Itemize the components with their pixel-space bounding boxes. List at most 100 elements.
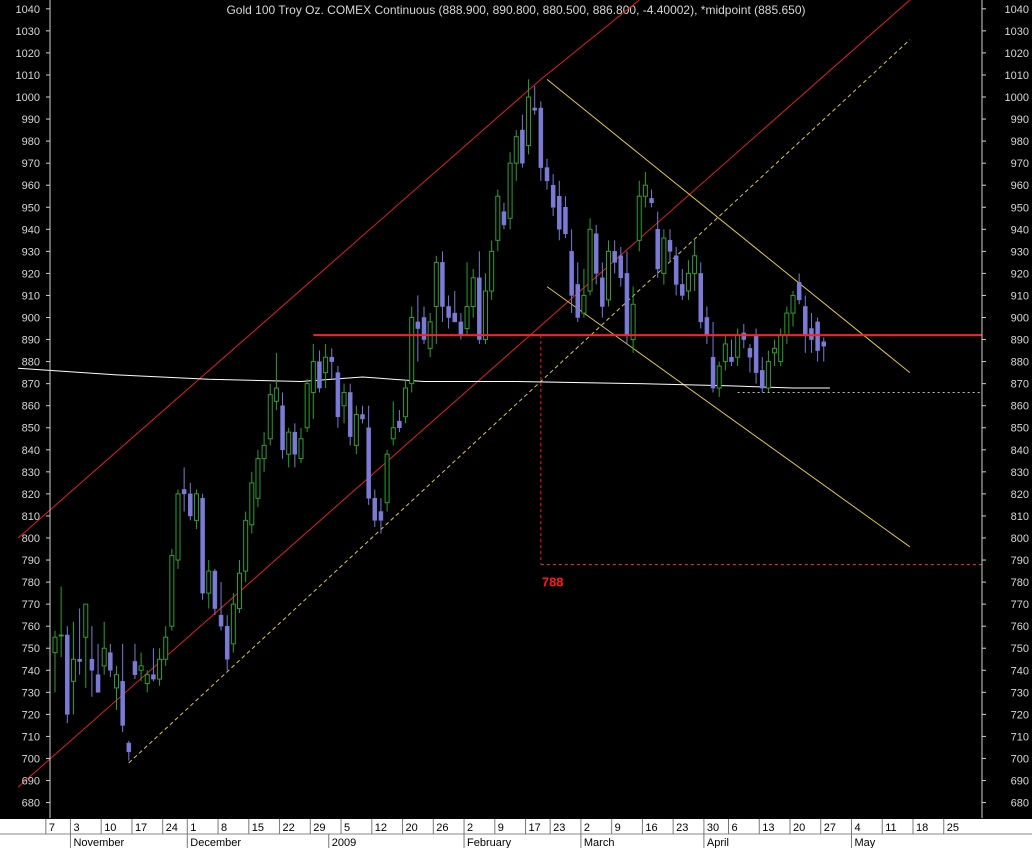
candle-body-down <box>667 240 673 252</box>
trend-line-yellow-upper <box>546 78 911 374</box>
x-day-label: 9 <box>615 822 621 834</box>
x-day-label: 23 <box>676 822 688 834</box>
y-tick-label-right: 930 <box>1011 246 1029 258</box>
y-tick-label-right: 880 <box>1011 357 1029 369</box>
candle-body-up <box>101 647 107 667</box>
x-day-label: 12 <box>375 822 387 834</box>
y-tick-label-left: 740 <box>22 665 40 677</box>
y-tick-label-left: 780 <box>22 577 40 589</box>
candle-body-up <box>243 519 249 572</box>
y-tick-label-left: 950 <box>22 202 40 214</box>
candle-body-down <box>815 321 820 351</box>
candle-body-up <box>606 250 611 301</box>
y-tick-label-right: 990 <box>1011 114 1029 126</box>
x-day-label: 15 <box>252 822 264 834</box>
y-tick-label-left: 990 <box>22 114 40 126</box>
candle-body-up <box>169 555 175 627</box>
y-tick-label-left: 680 <box>22 798 40 810</box>
x-day-label: 3 <box>73 822 79 834</box>
candle-body-down <box>538 107 544 168</box>
candle-body-down <box>317 361 322 389</box>
y-tick-label-right: 840 <box>1011 445 1029 457</box>
candle-body-down <box>440 262 445 307</box>
y-tick-label-right: 1020 <box>1005 48 1029 60</box>
candle-body-up <box>384 453 390 504</box>
x-month-label: February <box>467 837 512 848</box>
candle-body-down <box>372 498 378 521</box>
candle-body-down <box>126 742 132 753</box>
y-tick-label-right: 860 <box>1011 401 1029 413</box>
candlestick-chart: 788 680 680690 690700 700710 710720 720730 730… <box>0 0 1032 848</box>
x-day-label: 24 <box>166 822 178 834</box>
y-tick-label-left: 700 <box>22 753 40 765</box>
candle-body-down <box>452 312 457 323</box>
y-tick-label-right: 960 <box>1011 180 1029 192</box>
candle-body-down <box>600 277 605 307</box>
candle-body-down <box>89 659 95 671</box>
candle-body-down <box>575 284 580 318</box>
x-month-label: April <box>707 837 729 848</box>
candle-body-up <box>206 570 212 594</box>
candle-body-down <box>698 273 703 323</box>
candle-body-down <box>710 356 716 389</box>
candle-body-up <box>581 294 587 314</box>
y-tick-label-left: 910 <box>22 290 40 302</box>
candle-body-down <box>477 277 482 340</box>
x-day-label: 8 <box>221 822 227 834</box>
y-tick-label-left: 980 <box>22 136 40 148</box>
y-tick-label-left: 720 <box>22 709 40 721</box>
y-tick-label-right: 970 <box>1011 158 1029 170</box>
candle-body-up <box>157 658 163 680</box>
y-tick-label-left: 1020 <box>16 48 40 60</box>
y-tick-label-left: 970 <box>22 158 40 170</box>
y-tick-label-left: 710 <box>22 731 40 743</box>
y-tick-label-left: 900 <box>22 312 40 324</box>
candle-body-up <box>587 228 593 292</box>
y-tick-label-left: 770 <box>22 599 40 611</box>
trend-line-lower-red-channel <box>17 0 911 788</box>
candle-body-down <box>612 251 617 263</box>
x-day-label: 27 <box>824 822 836 834</box>
candle-body-up <box>765 361 771 389</box>
candle-body-up <box>230 603 236 645</box>
candle-body-down <box>760 370 765 389</box>
candle-body-down <box>218 614 224 627</box>
candle-body-up <box>267 394 273 440</box>
candle-body-up <box>390 427 396 440</box>
candle-body-down <box>747 348 753 358</box>
trend-line-yellow-lower <box>546 286 911 548</box>
y-tick-label-right: 940 <box>1011 224 1029 236</box>
y-tick-label-right: 710 <box>1011 731 1029 743</box>
y-tick-label-left: 1000 <box>16 92 40 104</box>
candle-body-down <box>415 321 421 329</box>
y-tick-label-left: 820 <box>22 489 40 501</box>
candle-body-down <box>188 493 193 517</box>
candle-body-up <box>692 255 698 274</box>
x-month-label: December <box>190 837 241 848</box>
y-tick-label-left: 920 <box>22 268 40 280</box>
candle-body-down <box>329 356 334 362</box>
y-tick-label-right: 820 <box>1011 489 1029 501</box>
candle-body-down <box>821 341 826 347</box>
x-day-label: 30 <box>707 822 719 834</box>
y-tick-label-left: 860 <box>22 401 40 413</box>
candle-body-up <box>661 237 667 274</box>
y-tick-label-left: 750 <box>22 643 40 655</box>
x-day-label: 1 <box>190 822 196 834</box>
candle-body-down <box>796 281 802 301</box>
candle-body-up <box>175 493 181 561</box>
candle-body-down <box>624 273 630 336</box>
candle-body-down <box>557 195 562 230</box>
candle-body-down <box>729 356 734 362</box>
x-month-label: May <box>855 837 876 848</box>
candle-body-up <box>144 674 150 685</box>
candle-body-down <box>520 129 525 164</box>
candle-body-up <box>489 250 495 292</box>
y-tick-label-left: 840 <box>22 445 40 457</box>
y-tick-label-left: 790 <box>22 555 40 567</box>
x-day-label: 18 <box>916 822 928 834</box>
x-day-label: 6 <box>732 822 738 834</box>
candle-body-down <box>655 229 660 270</box>
x-day-label: 17 <box>135 822 147 834</box>
candle-body-up <box>636 195 642 241</box>
